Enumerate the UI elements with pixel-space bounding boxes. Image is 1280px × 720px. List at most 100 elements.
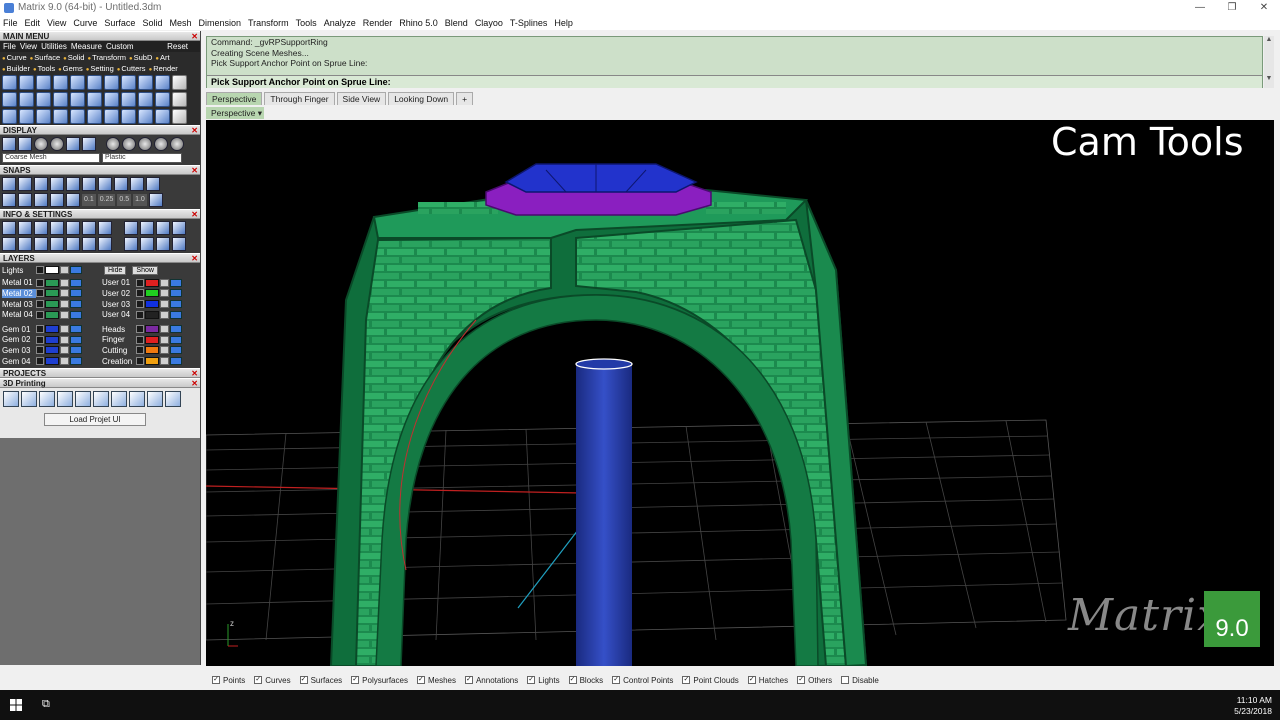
checkbox[interactable]: ✓ [612,676,621,684]
menu-curve[interactable]: Curve [73,18,97,28]
filter-meshes[interactable]: ✓ Meshes [416,676,456,685]
menu-rhino[interactable]: Rhino 5.0 [399,18,438,28]
join-tool-icon[interactable] [19,109,34,124]
filter-blocks[interactable]: ✓ Blocks [568,676,603,685]
steel-material-icon[interactable] [154,137,168,151]
knot-snap-icon[interactable] [146,177,160,191]
measure-icon[interactable] [66,221,80,235]
layer-expand-icon[interactable] [36,278,44,287]
chrome-material-icon[interactable] [170,137,184,151]
layer-expand-icon[interactable] [136,289,144,298]
star-tool-icon[interactable] [104,109,119,124]
checkbox[interactable]: ✓ [797,676,806,684]
close-icon[interactable]: ✕ [191,126,198,136]
hide-button[interactable]: Hide [104,265,127,275]
layer-row[interactable]: Heads [102,324,198,335]
layer-lock-icon[interactable] [160,278,169,287]
layer-row[interactable]: User 02 [102,288,198,299]
layers-view-icon[interactable] [18,237,32,251]
add-tab-icon[interactable]: + [456,92,474,105]
reset-button[interactable]: Reset [167,42,188,51]
layer-lock-icon[interactable] [60,289,69,298]
curve-tool-icon[interactable] [19,75,34,90]
blend-tool-icon[interactable] [155,75,170,90]
checkbox[interactable]: ✓ [464,676,473,684]
category-render[interactable]: Render [149,64,178,73]
print-ring-icon[interactable] [3,391,19,408]
layer-visible-icon[interactable] [170,300,182,309]
layer-visible-icon[interactable] [170,278,182,287]
checkbox[interactable] [841,676,850,684]
snap-value-01[interactable]: 0.1 [82,194,96,206]
print-tree-icon[interactable] [39,391,55,408]
texture-icon[interactable] [124,237,138,251]
menu-clayoo[interactable]: Clayoo [475,18,503,28]
layer-manager-icon[interactable] [34,221,48,235]
layer-row[interactable]: Metal 03 [2,299,98,310]
split-tool-icon[interactable] [36,109,51,124]
layer-lock-icon[interactable] [160,300,169,309]
ring-tool-icon[interactable] [36,75,51,90]
point-snap-icon[interactable] [34,177,48,191]
menu-mesh[interactable]: Mesh [169,18,191,28]
grid-tool-icon[interactable] [87,92,102,107]
print-support-icon[interactable] [21,391,37,408]
layer-visible-icon[interactable] [70,357,82,366]
polyline-tool-icon[interactable] [70,75,85,90]
layer-lock-icon[interactable] [60,335,69,344]
layer-color-swatch[interactable] [45,357,59,366]
layer-name[interactable]: Cutting [102,346,136,355]
circle-tool-icon[interactable] [2,75,17,90]
filter-disable[interactable]: Disable [841,676,879,685]
layer-row[interactable]: Creation [102,356,198,367]
layer-name[interactable]: Metal 02 [2,288,36,298]
ortho-icon[interactable] [18,193,32,207]
layer-name[interactable]: User 01 [102,278,136,287]
print-orient-icon[interactable] [75,391,91,408]
load-projet-ui-button[interactable]: Load Projet UI [44,413,146,427]
layer-name[interactable]: Metal 04 [2,310,36,319]
checkbox[interactable]: ✓ [682,676,691,684]
edit-icon[interactable] [82,221,96,235]
layer-row[interactable]: User 01 [102,278,198,289]
layer-name[interactable]: Heads [102,325,136,334]
cube-view-icon[interactable] [34,237,48,251]
layer-expand-icon[interactable] [36,325,44,334]
lights-lock-icon[interactable] [60,266,69,275]
profile-tool-icon[interactable] [138,75,153,90]
layer-row[interactable]: Metal 01 [2,278,98,289]
filter-polysurfaces[interactable]: ✓ Polysurfaces [351,676,408,685]
category-cutters[interactable]: Cutters [117,64,145,73]
pattern-icon[interactable] [140,237,154,251]
stats-view-icon[interactable] [98,237,112,251]
flow-tool-icon[interactable] [121,92,136,107]
shape-tool-icon[interactable] [121,75,136,90]
layer-expand-icon[interactable] [136,278,144,287]
checkbox[interactable]: ✓ [416,676,425,684]
task-view-icon[interactable]: ⧉ [42,698,50,711]
layer-lock-icon[interactable] [60,278,69,287]
tab-looking-down[interactable]: Looking Down [388,92,455,105]
near-snap-icon[interactable] [18,177,32,191]
close-icon[interactable]: ✕ [191,32,198,42]
layer-expand-icon[interactable] [36,300,44,309]
layer-lock-icon[interactable] [160,310,169,319]
perspective-viewport[interactable]: z Cam Tools Matrix 9.0 [206,120,1274,666]
checkbox[interactable]: ✓ [212,676,220,684]
category-art[interactable]: Art [155,53,170,62]
layer-color-swatch[interactable] [45,346,59,355]
layer-visible-icon[interactable] [70,289,82,298]
layer-name[interactable]: Metal 03 [2,300,36,309]
image-icon[interactable] [172,237,186,251]
gem-tool-icon[interactable] [104,92,119,107]
twist-tool-icon[interactable] [138,92,153,107]
quad-snap-icon[interactable] [130,177,144,191]
cross-view-icon[interactable] [82,237,96,251]
category-subd[interactable]: SubD [129,53,153,62]
zoom-icon[interactable] [18,221,32,235]
layer-visible-icon[interactable] [170,325,182,334]
layer-color-swatch[interactable] [45,300,59,309]
technical-icon[interactable] [82,137,96,151]
layer-color-swatch[interactable] [45,278,59,287]
mesh-quality-select[interactable]: Coarse Mesh [2,153,100,163]
